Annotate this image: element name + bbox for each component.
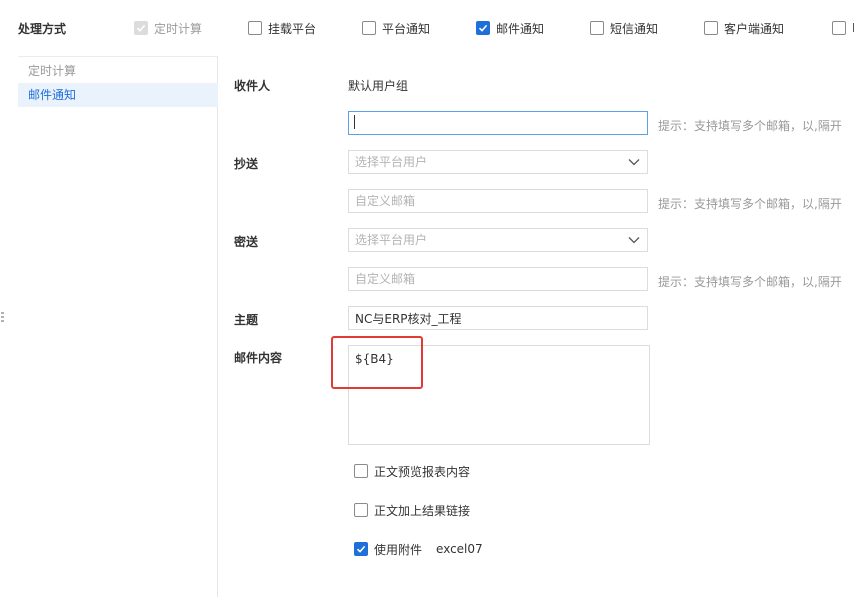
checkbox-checked-disabled-icon [134,21,148,35]
bcc-email-input[interactable] [348,267,648,291]
bcc-label: 密送 [234,235,259,249]
recipient-email-input[interactable] [348,111,648,135]
option-client-notify[interactable]: 客户端通知 [704,20,784,36]
cc-select-placeholder: 选择平台用户 [355,155,428,169]
checkbox-icon[interactable] [590,21,604,35]
cc-user-select[interactable]: 选择平台用户 [348,150,648,174]
option-label: 短信通知 [610,21,659,36]
checkbox-icon[interactable] [832,21,846,35]
checkbox-icon[interactable] [704,21,718,35]
chevron-down-icon [628,159,640,166]
checkbox-checked-icon[interactable] [476,21,490,35]
option-preview-report[interactable]: 正文预览报表内容 [354,463,470,479]
option-label: 客户端通知 [724,21,785,36]
bcc-user-select[interactable]: 选择平台用户 [348,228,648,252]
recipient-label: 收件人 [234,79,271,93]
cc-label: 抄送 [234,157,259,171]
subject-label: 主题 [234,313,259,327]
sidebar-item-email-notify[interactable]: 邮件通知 [18,83,218,107]
checkbox-icon[interactable] [362,21,376,35]
option-email-notify[interactable]: 邮件通知 [476,20,544,36]
drag-handle-icon[interactable] [1,312,5,326]
option-scheduled-calc: 定时计算 [134,20,202,36]
email-content-textarea[interactable]: ${B4} [348,345,650,445]
cc-hint: 提示：支持填写多个邮箱，以,隔开 [658,197,842,211]
option-label: 使用附件 [374,542,423,557]
option-label: 邮件通知 [496,21,545,36]
checkbox-icon[interactable] [248,21,262,35]
subject-input[interactable] [348,306,648,330]
chevron-down-icon [628,237,640,244]
processing-method-bar: 处理方式 定时计算 挂载平台 平台通知 邮件通知 短信通知 客户端通知 F [0,0,854,56]
option-label: 正文加上结果链接 [374,503,471,518]
option-platform-notify[interactable]: 平台通知 [362,20,430,36]
option-use-attachment[interactable]: 使用附件 excel07 [354,541,483,557]
option-mount-platform[interactable]: 挂载平台 [248,20,316,36]
email-content-text: ${B4} [355,352,394,366]
processing-method-label: 处理方式 [18,22,67,36]
sidebar-item-scheduled-calc[interactable]: 定时计算 [18,59,218,83]
attachment-format[interactable]: excel07 [436,542,483,556]
sidebar: 定时计算 邮件通知 [18,56,218,597]
recipient-default-group: 默认用户组 [348,79,409,93]
option-label: 定时计算 [154,21,203,36]
recipient-hint: 提示：支持填写多个邮箱，以,隔开 [658,119,842,133]
bcc-select-placeholder: 选择平台用户 [355,233,428,247]
option-sms-notify[interactable]: 短信通知 [590,20,658,36]
email-content-label: 邮件内容 [234,351,283,365]
text-cursor [354,115,355,129]
option-add-result-link[interactable]: 正文加上结果链接 [354,502,470,518]
option-truncated[interactable]: F [832,20,854,36]
checkbox-icon[interactable] [354,464,368,478]
cc-email-input[interactable] [348,189,648,213]
checkbox-icon[interactable] [354,503,368,517]
checkbox-checked-icon[interactable] [354,542,368,556]
option-label: 平台通知 [382,21,431,36]
option-label: 正文预览报表内容 [374,464,471,479]
bcc-hint: 提示：支持填写多个邮箱，以,隔开 [658,275,842,289]
option-label: 挂载平台 [268,21,317,36]
